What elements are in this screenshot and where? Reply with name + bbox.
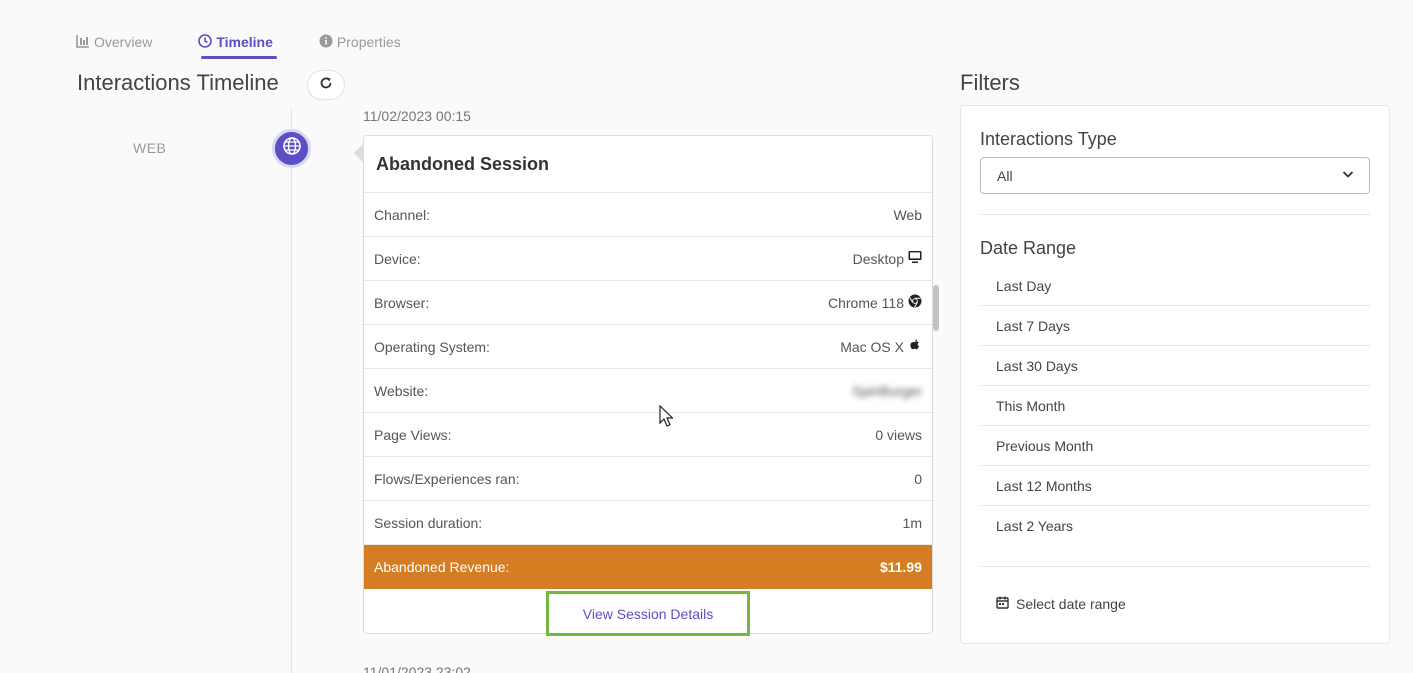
interactions-type-label: Interactions Type xyxy=(980,129,1117,149)
row-label: Operating System: xyxy=(374,338,490,355)
detail-row-device: Device: Desktop xyxy=(364,237,932,281)
revenue-value: $11.99 xyxy=(879,559,922,575)
date-option-last-day[interactable]: Last Day xyxy=(980,266,1370,306)
detail-row-browser: Browser: Chrome 118 xyxy=(364,281,932,325)
date-option-last-7-days[interactable]: Last 7 Days xyxy=(980,306,1370,346)
abandoned-revenue-row: Abandoned Revenue: $11.99 xyxy=(364,545,932,589)
row-label: Browser: xyxy=(374,294,430,311)
row-label: Session duration: xyxy=(374,514,483,531)
interaction-timestamp: 11/02/2023 00:15 xyxy=(363,108,471,124)
view-session-details-button[interactable]: View Session Details xyxy=(546,591,750,636)
filters-panel: Interactions Type All Date Range Last Da… xyxy=(960,105,1390,644)
row-value: Web xyxy=(893,206,922,223)
row-value: Chrome 118 xyxy=(828,294,922,311)
detail-row-page-views: Page Views: 0 views xyxy=(364,413,932,457)
scrollbar-thumb[interactable] xyxy=(933,285,939,331)
refresh-icon xyxy=(319,76,333,95)
date-option-last-2-years[interactable]: Last 2 Years xyxy=(980,506,1370,546)
desktop-icon xyxy=(908,250,922,267)
detail-row-flows: Flows/Experiences ran: 0 xyxy=(364,457,932,501)
tab-timeline[interactable]: Timeline xyxy=(198,30,273,54)
card-pointer xyxy=(354,144,363,162)
select-date-range-button[interactable]: Select date range xyxy=(996,596,1126,612)
select-date-range-label: Select date range xyxy=(1016,596,1126,612)
active-tab-indicator xyxy=(201,56,277,59)
filters-title: Filters xyxy=(960,70,1020,95)
detail-row-website: Website: SpinBurger xyxy=(364,369,932,413)
interaction-card: Abandoned Session Channel: Web Device: D… xyxy=(363,135,933,634)
mouse-cursor-icon xyxy=(659,404,674,432)
chart-icon xyxy=(76,34,90,51)
chevron-down-icon xyxy=(1341,167,1355,184)
row-value: 0 views xyxy=(875,426,922,443)
card-title: Abandoned Session xyxy=(364,136,932,193)
row-value: Desktop xyxy=(853,250,922,267)
row-label: Device: xyxy=(374,250,421,267)
date-option-last-30-days[interactable]: Last 30 Days xyxy=(980,346,1370,386)
clock-icon xyxy=(198,33,213,51)
info-icon xyxy=(319,34,333,51)
row-label: Channel: xyxy=(374,206,431,223)
date-option-this-month[interactable]: This Month xyxy=(980,386,1370,426)
apple-icon xyxy=(908,338,922,355)
select-value: All xyxy=(997,167,1013,184)
timeline-line xyxy=(291,108,292,673)
detail-row-channel: Channel: Web xyxy=(364,193,932,237)
tab-label: Properties xyxy=(336,34,401,50)
tab-label: Timeline xyxy=(216,34,273,50)
tab-properties[interactable]: Properties xyxy=(319,30,401,54)
date-option-previous-month[interactable]: Previous Month xyxy=(980,426,1370,466)
channel-label: WEB xyxy=(133,140,167,156)
detail-row-os: Operating System: Mac OS X xyxy=(364,325,932,369)
interactions-type-select[interactable]: All xyxy=(980,157,1370,194)
divider xyxy=(980,566,1370,567)
date-option-last-12-months[interactable]: Last 12 Months xyxy=(980,466,1370,506)
date-range-label: Date Range xyxy=(980,238,1077,258)
tab-label: Overview xyxy=(94,34,153,50)
divider xyxy=(980,214,1370,215)
row-value: 0 xyxy=(914,470,922,487)
tab-overview[interactable]: Overview xyxy=(76,30,152,54)
row-value: Mac OS X xyxy=(840,338,922,355)
row-value: SpinBurger xyxy=(851,382,922,399)
globe-icon xyxy=(282,136,302,161)
row-value: 1m xyxy=(902,514,922,531)
row-label: Flows/Experiences ran: xyxy=(374,470,520,487)
tab-bar: Overview Timeline Properties xyxy=(76,30,401,54)
channel-marker xyxy=(272,129,311,168)
row-label: Website: xyxy=(374,382,429,399)
row-label: Page Views: xyxy=(374,426,452,443)
row-label: Abandoned Revenue: xyxy=(374,559,510,575)
date-range-list: Last Day Last 7 Days Last 30 Days This M… xyxy=(980,266,1370,546)
refresh-button[interactable] xyxy=(307,70,345,100)
page-title: Interactions Timeline xyxy=(77,70,279,95)
next-interaction-timestamp: 11/01/2023 23:02 xyxy=(363,664,471,673)
chrome-icon xyxy=(908,294,922,311)
calendar-icon xyxy=(996,596,1009,612)
detail-row-duration: Session duration: 1m xyxy=(364,501,932,545)
